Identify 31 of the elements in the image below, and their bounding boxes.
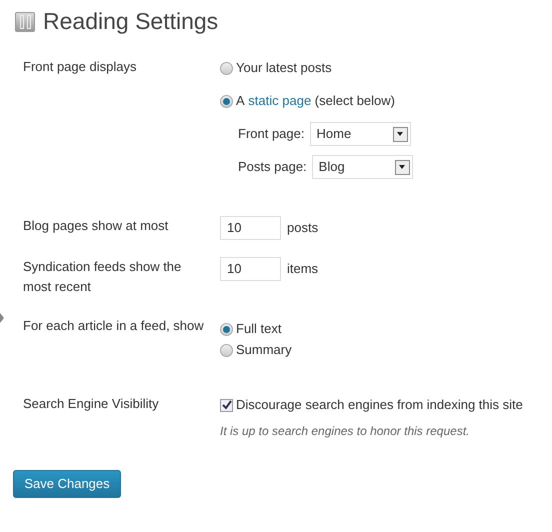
dropdown[interactable]: Home bbox=[310, 122, 410, 146]
option-label: Your latest posts bbox=[236, 59, 332, 78]
static-page-link[interactable]: static page bbox=[248, 91, 312, 111]
setting-label: Front page displays bbox=[23, 59, 136, 74]
setting-label: Blog pages show at most bbox=[23, 218, 168, 233]
hint-text: It is up to search engines to honor this request. bbox=[220, 423, 470, 440]
number-field[interactable]: 10 bbox=[220, 257, 281, 281]
select-label: Posts page: bbox=[238, 158, 307, 176]
option-label: (select below) bbox=[314, 92, 395, 110]
radio-button[interactable] bbox=[220, 344, 233, 356]
option-label: A bbox=[236, 92, 245, 110]
unit-label: items bbox=[287, 260, 318, 278]
number-field[interactable]: 10 bbox=[220, 216, 281, 240]
unit-label: posts bbox=[287, 219, 318, 238]
radio-button[interactable] bbox=[220, 322, 233, 336]
dropdown[interactable]: Blog bbox=[312, 155, 413, 179]
checkbox[interactable] bbox=[220, 398, 233, 412]
setting-label: Search Engine Visibility bbox=[23, 396, 159, 411]
caret-icon bbox=[394, 160, 410, 174]
radio-button[interactable] bbox=[220, 62, 233, 74]
setting-label: Syndication feeds show the most recent bbox=[23, 259, 182, 294]
save-changes-button[interactable]: Save Changes bbox=[13, 470, 121, 498]
option-label: Full text bbox=[236, 320, 282, 338]
select-label: Front page: bbox=[238, 125, 304, 144]
option-label: Summary bbox=[236, 341, 292, 360]
pointer-icon bbox=[0, 313, 4, 323]
checkbox-label: Discourage search engines from indexing this site bbox=[236, 396, 523, 414]
caret-icon bbox=[392, 126, 408, 142]
page-title: Reading Settings bbox=[43, 7, 218, 36]
radio-button[interactable] bbox=[220, 94, 233, 108]
setting-label: For each article in a feed, show bbox=[23, 318, 204, 333]
